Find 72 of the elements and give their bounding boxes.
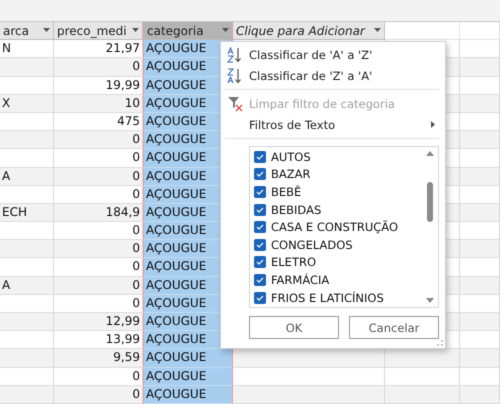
ok-button[interactable]: OK xyxy=(249,316,339,339)
dropdown-caret-icon[interactable] xyxy=(222,28,229,34)
checkbox[interactable] xyxy=(254,221,266,234)
table-cell: 10 xyxy=(54,94,143,113)
scroll-down-icon[interactable] xyxy=(426,298,434,303)
checkbox[interactable] xyxy=(254,238,266,251)
table-cell: 0 xyxy=(54,149,143,168)
table-cell: 0 xyxy=(54,168,143,186)
table-cell: A xyxy=(0,276,54,295)
table-cell: 0 xyxy=(54,240,143,258)
checkbox[interactable] xyxy=(254,256,266,268)
cancel-button[interactable]: Cancelar xyxy=(349,316,439,339)
sort-descending-icon xyxy=(227,68,243,84)
table-cell: 475 xyxy=(54,112,143,132)
checkmark-icon xyxy=(256,224,264,230)
checkbox[interactable] xyxy=(254,168,266,180)
table-cell: AÇOUGUE xyxy=(143,386,233,404)
dropdown-caret-icon[interactable] xyxy=(132,28,139,34)
table-cell: 0 xyxy=(54,222,143,240)
dropdown-caret-icon[interactable] xyxy=(43,28,50,34)
submenu-arrow-icon xyxy=(431,121,435,128)
table-cell: 12,99 xyxy=(54,313,143,332)
table-cell: N xyxy=(0,40,54,58)
checkbox-label: FRIOS E LATICÍNIOS xyxy=(271,290,384,305)
checkbox-label: CASA E CONSTRUÇÃO xyxy=(271,220,398,234)
checkbox[interactable] xyxy=(254,274,266,286)
checkbox[interactable] xyxy=(254,292,266,304)
table-cell: 9,59 xyxy=(54,349,143,368)
resize-grip-icon[interactable] xyxy=(437,340,443,346)
checkbox[interactable] xyxy=(254,186,266,198)
table-cell: 0 xyxy=(54,294,143,313)
checkmark-icon xyxy=(256,188,264,195)
checkbox[interactable] xyxy=(254,150,266,163)
table-cell: 0 xyxy=(54,131,143,150)
column-header[interactable]: categoria xyxy=(143,22,233,40)
column-header[interactable]: Clique para Adicionar xyxy=(233,22,385,40)
checkmark-icon xyxy=(256,154,264,160)
table-cell: A xyxy=(0,168,54,186)
table-cell: 19,99 xyxy=(54,76,143,95)
checkbox-label: BEBÊ xyxy=(271,184,302,199)
checkmark-icon xyxy=(256,259,264,266)
checkbox-label: FARMÁCIA xyxy=(271,272,330,287)
table-cell: 0 xyxy=(54,276,143,295)
table-cell: AÇOUGUE xyxy=(143,368,233,386)
table-cell: X xyxy=(0,94,54,113)
checkmark-icon xyxy=(256,294,264,301)
table-cell: AÇOUGUE xyxy=(143,349,233,368)
checkmark-icon xyxy=(256,206,264,213)
table-cell: 0 xyxy=(54,258,143,277)
scrollbar-thumb[interactable] xyxy=(427,182,433,222)
checkbox[interactable] xyxy=(254,204,266,216)
table-cell: 184,9 xyxy=(54,204,143,222)
checkbox-label: CONGELADOS xyxy=(271,238,353,252)
table-cell: 0 xyxy=(54,58,143,77)
sort-ascending-icon xyxy=(227,46,243,62)
checkbox-label: BEBIDAS xyxy=(271,202,322,217)
table-cell: 0 xyxy=(54,368,143,386)
checkbox-label: BAZAR xyxy=(271,167,310,182)
checkmark-icon xyxy=(256,171,264,178)
table-cell: 0 xyxy=(54,186,143,204)
checkbox-label: ELETRO xyxy=(271,255,316,270)
table-cell: 0 xyxy=(54,386,143,404)
dropdown-caret-icon[interactable] xyxy=(374,28,381,34)
checkmark-icon xyxy=(256,276,264,283)
table-cell: 21,97 xyxy=(54,40,143,58)
table-cell: ECH xyxy=(0,204,54,222)
checkmark-icon xyxy=(256,242,264,248)
checkbox-label: AUTOS xyxy=(271,150,311,164)
clear-filter-icon xyxy=(227,96,243,112)
column-header[interactable]: preco_medi xyxy=(54,22,143,40)
column-header[interactable]: arca xyxy=(0,22,54,40)
table-cell: 13,99 xyxy=(54,331,143,350)
